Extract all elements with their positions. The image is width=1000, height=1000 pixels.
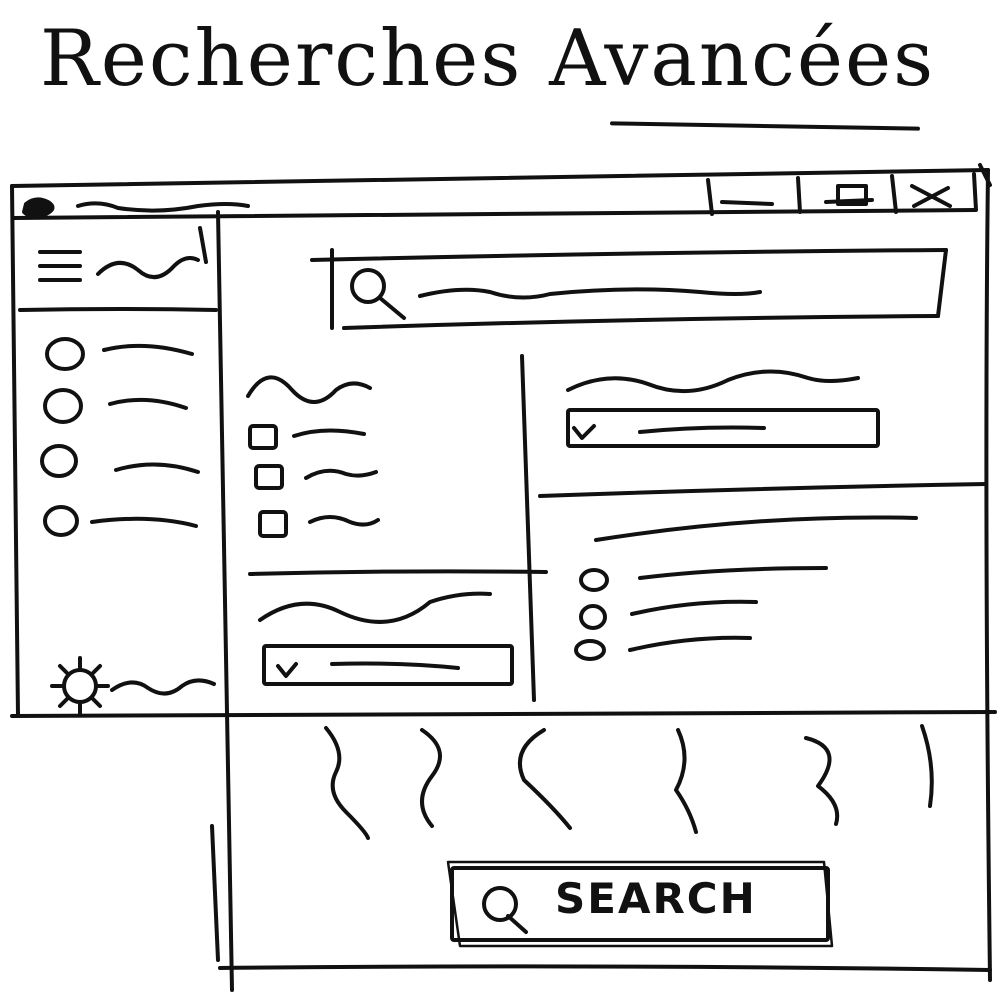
hamburger-menu-button[interactable] (32, 242, 92, 290)
sidebar-item-3[interactable] (36, 442, 206, 482)
select-left-heading (258, 591, 492, 624)
minimize-button[interactable] (712, 180, 798, 212)
maximize-button[interactable] (800, 178, 892, 210)
result-column-6 (920, 724, 934, 808)
checkbox-3-toggle[interactable] (256, 508, 386, 540)
result-column-3 (518, 728, 572, 830)
checkbox-1-toggle[interactable] (246, 422, 376, 452)
result-column-5 (804, 736, 840, 826)
ui-wireframe (10, 163, 997, 992)
window-title-squiggle (76, 201, 250, 213)
radio-group-heading (594, 515, 918, 542)
result-column-4 (674, 728, 698, 834)
column-divider (520, 354, 536, 702)
sidebar-item-2[interactable] (40, 386, 200, 426)
sidebar-header-label (96, 256, 200, 279)
sidebar-item-1[interactable] (40, 334, 200, 374)
select-right-heading (566, 369, 860, 394)
checkbox-group-heading (246, 375, 372, 404)
checkbox-2-toggle[interactable] (252, 462, 382, 492)
search-button-label: SEARCH (555, 874, 757, 923)
result-column-1 (324, 726, 370, 840)
radio-1-option[interactable] (578, 566, 828, 594)
app-logo (22, 197, 55, 219)
sidebar-item-4[interactable] (40, 502, 200, 542)
search-input-field[interactable] (334, 254, 938, 324)
radio-3-option[interactable] (574, 636, 754, 664)
panel-divider-right (538, 482, 988, 498)
settings-button[interactable] (48, 656, 218, 714)
radio-2-option[interactable] (578, 603, 758, 631)
result-column-2 (420, 728, 442, 828)
sidebar (18, 210, 234, 992)
panel-divider-left (248, 569, 548, 576)
close-button[interactable] (896, 176, 974, 210)
select-right-dropdown[interactable] (568, 410, 878, 446)
results-columns (324, 724, 934, 840)
select-left-dropdown[interactable] (264, 646, 512, 684)
